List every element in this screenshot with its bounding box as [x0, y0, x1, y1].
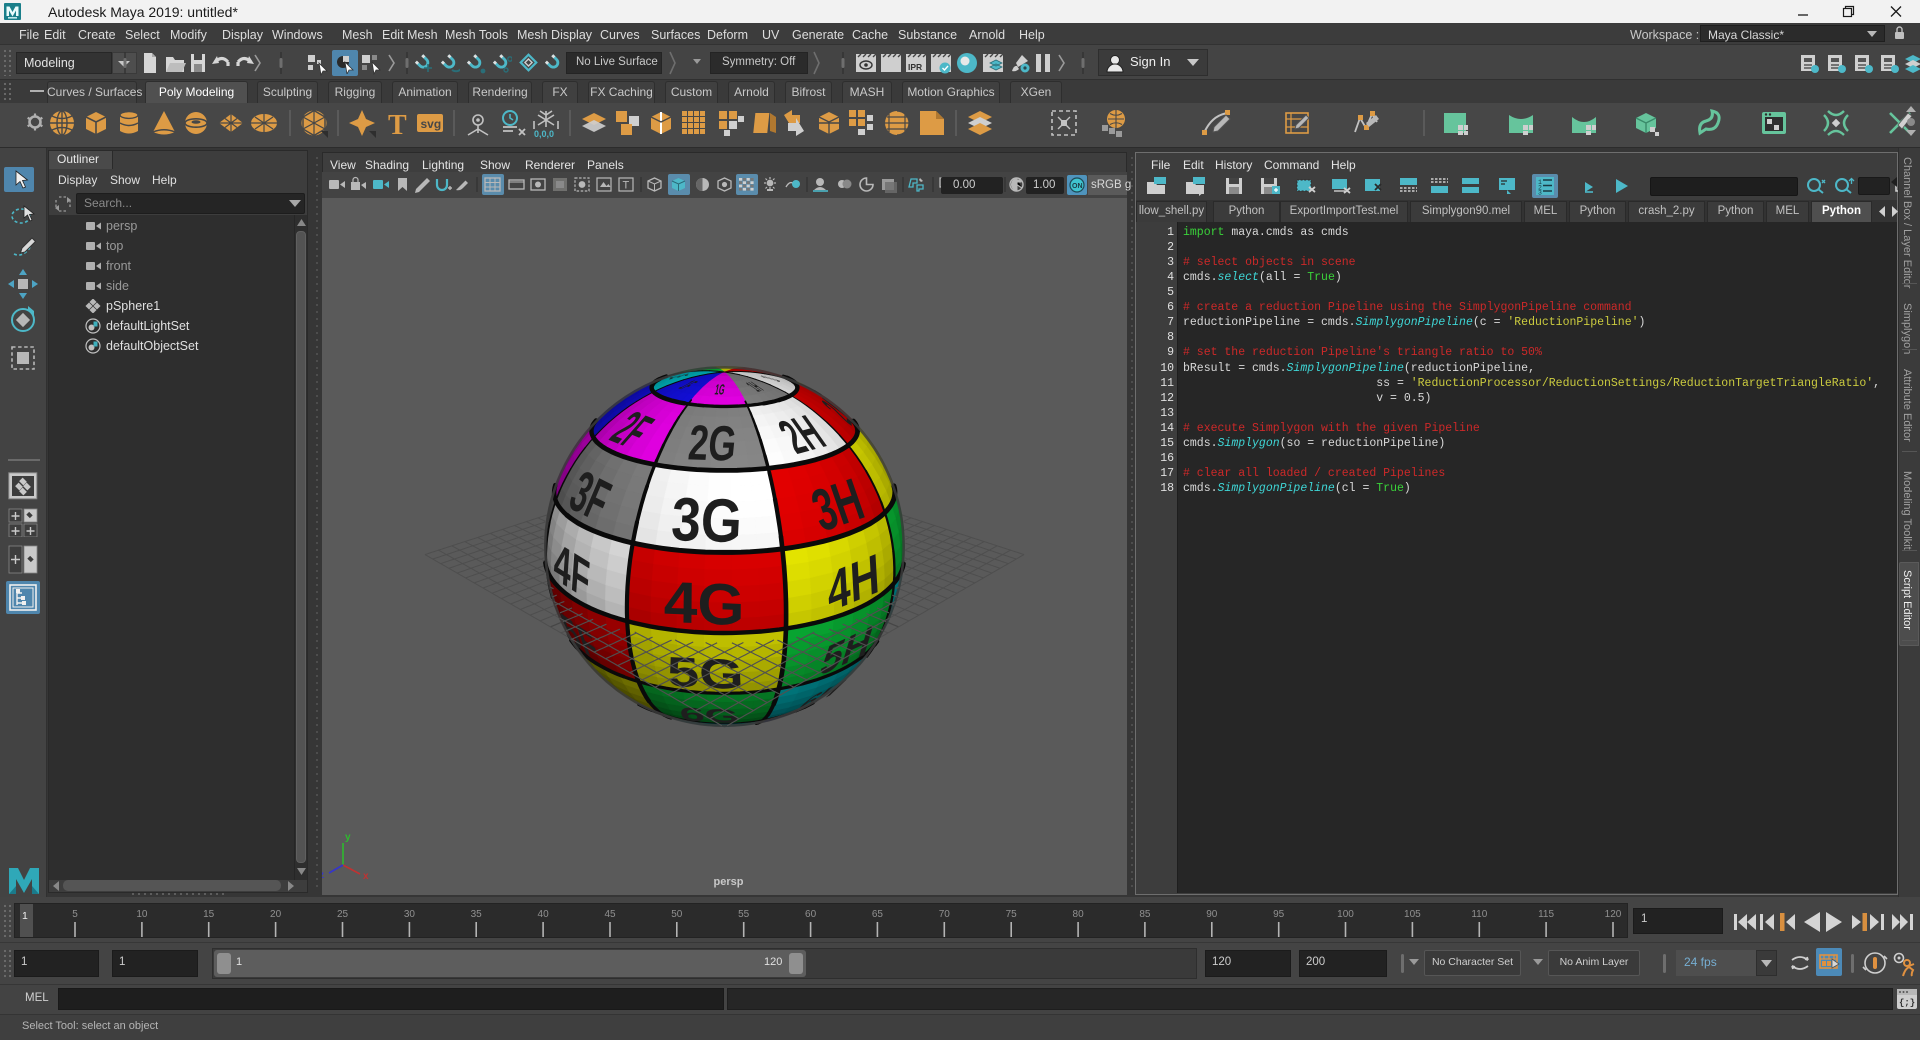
svg-text:70: 70	[939, 909, 951, 920]
svg-text:2G: 2G	[686, 416, 739, 472]
svg-text:IPR: IPR	[908, 62, 922, 72]
svg-text:x: x	[363, 871, 369, 882]
svg-text:25: 25	[337, 909, 349, 920]
svg-text:3: 3	[1538, 190, 1542, 197]
svg-text:T: T	[623, 180, 630, 192]
svg-text:75: 75	[1006, 909, 1018, 920]
svg-text:90: 90	[1206, 909, 1218, 920]
svg-text:z: z	[322, 870, 324, 881]
svg-text:4G: 4G	[664, 569, 745, 638]
svg-text:5: 5	[72, 909, 78, 920]
svg-text:110: 110	[1471, 909, 1487, 920]
svg-text:100: 100	[1337, 909, 1354, 920]
svg-text:35: 35	[471, 909, 483, 920]
svg-text:3G: 3G	[670, 485, 744, 556]
svg-text:ON: ON	[1072, 183, 1083, 190]
svg-text:T: T	[388, 110, 407, 139]
svg-text:120: 120	[1605, 909, 1622, 920]
svg-text:50: 50	[671, 909, 683, 920]
svg-text:15: 15	[203, 909, 215, 920]
svg-text:55: 55	[738, 909, 750, 920]
svg-text:0,0,0: 0,0,0	[534, 129, 554, 139]
svg-text:60: 60	[805, 909, 817, 920]
svg-text:45: 45	[604, 909, 616, 920]
svg-text:{;}: {;}	[1899, 998, 1915, 1008]
svg-text:svg: svg	[421, 117, 442, 131]
svg-text:80: 80	[1073, 909, 1085, 920]
svg-text:105: 105	[1404, 909, 1421, 920]
svg-text:y: y	[345, 832, 351, 843]
svg-text:65: 65	[872, 909, 884, 920]
svg-text:115: 115	[1538, 909, 1554, 920]
svg-text:10: 10	[136, 909, 148, 920]
svg-text:40: 40	[538, 909, 550, 920]
svg-text:30: 30	[404, 909, 416, 920]
svg-text:20: 20	[270, 909, 282, 920]
svg-text:95: 95	[1273, 909, 1285, 920]
svg-text:85: 85	[1139, 909, 1151, 920]
svg-text:persp: persp	[714, 876, 744, 888]
